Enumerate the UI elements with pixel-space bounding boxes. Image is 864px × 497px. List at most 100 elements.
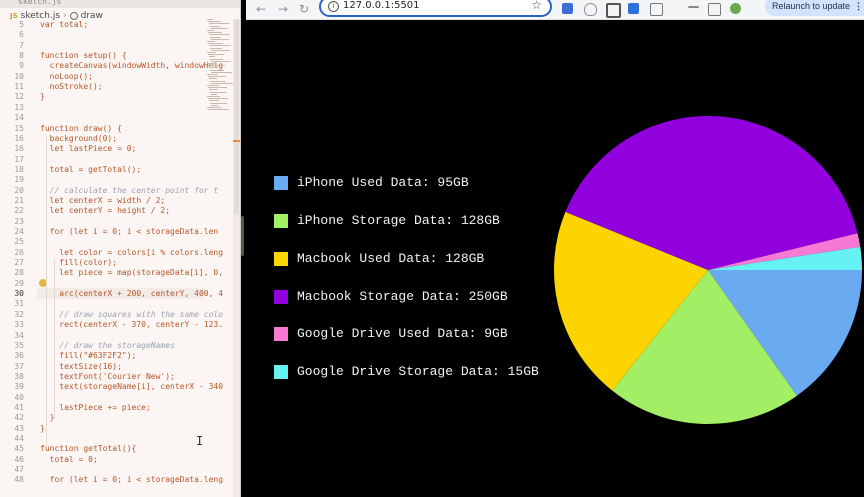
code-line[interactable]: 16 let lastPiece = 0; (0, 143, 205, 154)
code-text[interactable]: rect(centerX - 370, centerY - 123. (40, 319, 223, 330)
minimap[interactable] (205, 19, 233, 119)
code-text[interactable]: let lastPiece = 0; (40, 143, 137, 154)
code-line[interactable]: 8 function setup() { (0, 50, 205, 61)
code-line[interactable]: 36 fill("#63F2F2"); (0, 350, 205, 361)
code-text[interactable]: // draw the storageNames (40, 340, 175, 351)
code-text[interactable]: for (let i = 0; i < storageData.len (40, 226, 219, 237)
code-editor[interactable]: sketch.js JS sketch.js › draw 5 var total… (0, 0, 241, 497)
scrollbar-thumb[interactable] (234, 19, 239, 214)
profile-avatar[interactable] (730, 3, 741, 14)
notes-extension-icon[interactable] (628, 3, 639, 14)
code-line[interactable]: 5 var total; (0, 19, 205, 30)
capture-extension-icon[interactable] (606, 3, 621, 18)
code-line[interactable]: 11 noStroke(); (0, 81, 205, 92)
code-line[interactable]: 41 lastPiece += piece; (0, 402, 205, 413)
reading-list-icon[interactable] (688, 6, 699, 14)
code-text[interactable]: total = 0; (40, 454, 98, 465)
editor-scrollbar[interactable] (233, 19, 240, 497)
code-line[interactable]: 10 noLoop(); (0, 71, 205, 82)
code-text[interactable]: text(storageName[i], centerX - 340 (40, 381, 223, 392)
code-line[interactable]: 39 text(storageName[i], centerX - 340 (0, 381, 223, 392)
code-line[interactable]: 12} (0, 91, 205, 102)
code-text[interactable]: var total; (40, 19, 88, 30)
code-line[interactable]: 7 (0, 40, 205, 51)
code-text[interactable]: let centerY = height / 2; (40, 205, 170, 216)
code-text[interactable]: createCanvas(windowWidth, windowHeig (40, 60, 223, 71)
code-line[interactable]: 14 (0, 112, 205, 123)
code-text[interactable]: function getTotal(){ (40, 443, 136, 454)
code-line[interactable]: 22 let centerY = height / 2; (0, 205, 205, 216)
code-text[interactable]: textSize(16); (40, 361, 122, 372)
code-line[interactable]: 18 total = getTotal(); (0, 164, 205, 175)
address-bar[interactable]: i 127.0.0.1:5501 ☆ (319, 0, 552, 17)
code-line[interactable]: 40 (0, 392, 205, 403)
puzzle-extensions-icon[interactable] (650, 3, 663, 16)
reload-icon[interactable]: ↻ (297, 2, 311, 16)
code-line[interactable]: 23 (0, 216, 205, 227)
code-text[interactable]: noLoop(); (40, 71, 93, 82)
code-line[interactable]: 27 fill(color); (0, 257, 205, 268)
code-text[interactable]: let piece = map(storageData[i], 0, (40, 267, 223, 278)
code-line[interactable]: 34 (0, 330, 205, 341)
code-line[interactable]: 17 (0, 154, 205, 165)
code-area[interactable]: 5 var total; 6 7 8 function setup() {9 create… (0, 19, 223, 497)
code-text[interactable]: } (40, 412, 55, 423)
code-line[interactable]: 45 function getTotal(){ (0, 443, 205, 454)
code-line[interactable]: 9 createCanvas(windowWidth, windowHeig (0, 60, 223, 71)
url-text[interactable]: 127.0.0.1:5501 (343, 0, 420, 11)
site-info-icon[interactable]: i (328, 1, 339, 12)
code-text[interactable]: } (40, 423, 45, 434)
relaunch-to-update-button[interactable]: Relaunch to update ⋮ (765, 0, 864, 16)
code-line[interactable]: 29 (0, 278, 205, 289)
code-line[interactable]: 20 // calculate the center point for t (0, 185, 218, 196)
code-line[interactable]: 26 let color = colors[i % colors.leng (0, 247, 223, 258)
code-text[interactable]: for (let i = 0; i < storageData.leng (40, 474, 223, 485)
code-text[interactable]: // draw squares with the same colo (40, 309, 223, 320)
code-text[interactable]: function setup() { (40, 50, 127, 61)
code-text[interactable]: noStroke(); (40, 81, 103, 92)
code-line[interactable]: 44 (0, 433, 205, 444)
code-text[interactable]: lastPiece += piece; (40, 402, 151, 413)
code-text[interactable]: total = getTotal(); (40, 164, 142, 175)
code-line[interactable]: 43} (0, 423, 205, 434)
sketch-canvas[interactable]: iPhone Used Data: 95GB iPhone Storage Dat… (246, 20, 864, 497)
code-line[interactable]: 21 let centerX = width / 2; (0, 195, 205, 206)
code-line[interactable]: 48 for (let i = 0; i < storageData.leng (0, 474, 223, 485)
translate-extension-icon[interactable] (562, 3, 573, 14)
code-line[interactable]: 37 textSize(16); (0, 361, 205, 372)
code-text[interactable]: background(0); (40, 133, 117, 144)
code-text[interactable]: arc(centerX + 200, centerY, 400, 4 (40, 288, 223, 299)
shield-extension-icon[interactable] (584, 3, 597, 16)
code-line[interactable]: 38 textFont('Courier New'); (0, 371, 205, 382)
code-text[interactable]: // calculate the center point for t (40, 185, 219, 196)
code-line[interactable]: 32 // draw squares with the same colo (0, 309, 223, 320)
back-icon[interactable]: ← (254, 2, 268, 16)
code-line[interactable]: 13 (0, 102, 205, 113)
code-line[interactable]: 28 let piece = map(storageData[i], 0, (0, 267, 223, 278)
code-line[interactable]: 6 (0, 29, 205, 40)
code-line[interactable]: 42 } (0, 412, 205, 423)
code-line[interactable]: 15 function draw() { (0, 123, 205, 134)
code-line[interactable]: 35 // draw the storageNames (0, 340, 205, 351)
code-line[interactable]: 30 arc(centerX + 200, centerY, 400, 4 (0, 288, 223, 300)
code-line[interactable]: 25 (0, 236, 205, 247)
more-menu-icon[interactable]: ⋮ (854, 0, 863, 16)
code-line[interactable]: 47 (0, 464, 205, 475)
code-line[interactable]: 33 rect(centerX - 370, centerY - 123. (0, 319, 223, 330)
bookmark-star-icon[interactable]: ☆ (531, 0, 542, 12)
side-panel-icon[interactable] (708, 3, 721, 16)
code-line[interactable]: 46 total = 0; (0, 454, 205, 465)
code-text[interactable]: function draw() { (40, 123, 122, 134)
code-text[interactable]: let color = colors[i % colors.leng (40, 247, 223, 258)
code-text[interactable]: } (40, 91, 45, 102)
code-text[interactable]: textFont('Courier New'); (40, 371, 175, 382)
line-number: 31 (14, 299, 24, 309)
code-line[interactable]: 31 (0, 298, 205, 309)
pane-splitter[interactable] (241, 216, 244, 256)
code-text[interactable]: let centerX = width / 2; (40, 195, 166, 206)
code-line[interactable]: 16 background(0); (0, 133, 205, 144)
code-line[interactable]: 19 (0, 174, 205, 185)
forward-icon[interactable]: → (276, 2, 290, 16)
code-line[interactable]: 24 for (let i = 0; i < storageData.len (0, 226, 218, 237)
code-text[interactable]: fill(color); (40, 257, 117, 268)
